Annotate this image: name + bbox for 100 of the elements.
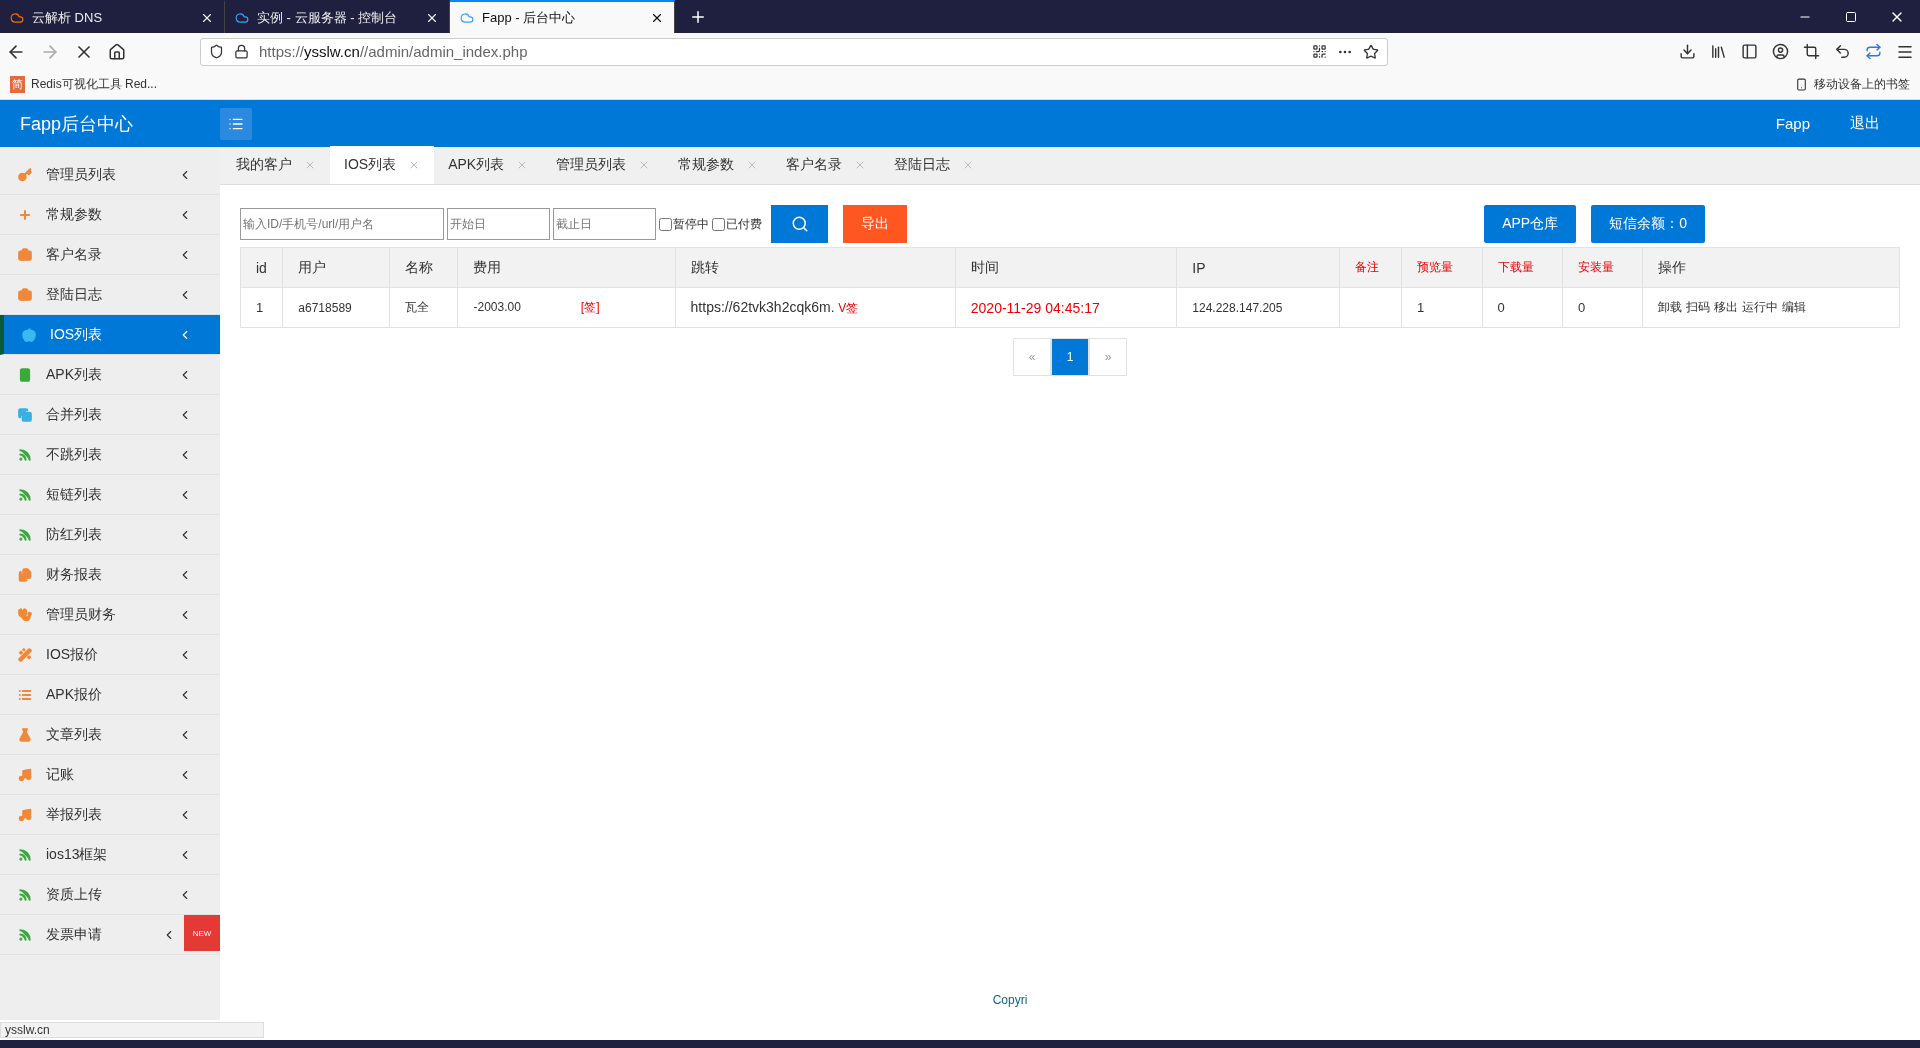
page-tab[interactable]: IOS列表 [330, 146, 435, 184]
action-link[interactable]: 移出 [1714, 300, 1739, 314]
table-cell [1339, 287, 1402, 328]
sidebar-icon[interactable] [1741, 43, 1758, 60]
table-cell: a6718589 [282, 287, 390, 328]
column-header: 费用 [457, 247, 676, 288]
action-link[interactable]: 扫码 [1686, 300, 1711, 314]
shield-icon [209, 44, 224, 59]
qr-code-icon[interactable] [1312, 44, 1327, 59]
site-icon [235, 10, 249, 25]
address-bar[interactable]: https://ysslw.cn//admin/admin_index.php [200, 37, 1388, 66]
sidebar-item[interactable]: 客户名录 [0, 235, 220, 275]
column-header: 用户 [282, 247, 390, 288]
column-header: IP [1176, 247, 1340, 288]
column-header: 安装量 [1562, 247, 1643, 288]
page-link[interactable]: 1 [1051, 338, 1089, 376]
search-field[interactable]: 输入ID/手机号/url/用户名 [240, 208, 444, 240]
column-header: 操作 [1642, 247, 1900, 288]
download-icon[interactable] [1679, 43, 1696, 60]
browser-tab[interactable]: Fapp - 后台中心 [450, 0, 675, 33]
table-cell: 0 [1482, 287, 1563, 328]
app-warehouse-button[interactable]: APP仓库 [1484, 205, 1577, 243]
table-cell: 124.228.147.205 [1176, 287, 1340, 328]
page-tab[interactable]: 登陆日志 [880, 146, 989, 184]
column-header: 跳转 [675, 247, 956, 288]
column-header: 预览量 [1401, 247, 1483, 288]
page-tab[interactable]: 客户名录 [772, 146, 881, 184]
sidebar-item[interactable]: ios13框架 [0, 835, 220, 875]
account-icon[interactable] [1772, 43, 1789, 60]
site-icon [10, 10, 24, 25]
start-date-field[interactable]: 开始日 [447, 208, 550, 240]
sidebar-item[interactable]: IOS报价 [0, 635, 220, 675]
sidebar-item[interactable]: 举报列表 [0, 795, 220, 835]
table-cell: 2020-11-29 04:45:17 [955, 287, 1177, 328]
tab-title: 云解析 DNS [32, 8, 104, 27]
checkbox[interactable] [712, 217, 725, 231]
search-button[interactable] [771, 205, 828, 243]
fee-text: -2003.00 [473, 300, 521, 314]
copyright-text: Copyri [992, 993, 1028, 1007]
page-tab[interactable]: 常规参数 [664, 146, 773, 184]
checkbox-label: 已付费 [726, 215, 762, 233]
sidebar-item[interactable]: APK列表 [0, 355, 220, 395]
sidebar-item[interactable]: 不跳列表 [0, 435, 220, 475]
status-url: ysslw.cn [0, 1022, 264, 1038]
page-tab[interactable]: APK列表 [434, 146, 543, 184]
bookmark-link[interactable]: Redis可视化工具 Red... [31, 76, 158, 93]
checkbox[interactable] [659, 217, 672, 231]
column-header: 名称 [389, 247, 458, 288]
lock-icon [234, 44, 249, 59]
sidebar-item[interactable]: 记账 [0, 755, 220, 795]
mobile-bookmarks-link[interactable]: 移动设备上的书签 [1814, 76, 1910, 93]
jump-url: https://62tvk3h2cqk6m. [690, 298, 835, 315]
star-icon[interactable] [1363, 43, 1379, 60]
sidebar-item[interactable]: IOS列表 [0, 315, 220, 355]
action-link[interactable]: 卸载 [1658, 300, 1683, 314]
table-cell: 瓦全 [389, 287, 458, 328]
sidebar-item[interactable]: 防红列表 [0, 515, 220, 555]
action-link[interactable]: 编辑 [1782, 300, 1807, 314]
table-cell: 1 [240, 287, 283, 328]
home-icon[interactable] [108, 42, 126, 61]
sidebar-item[interactable]: 管理员列表 [0, 155, 220, 195]
sidebar-item[interactable]: 文章列表 [0, 715, 220, 755]
new-badge: NEW [184, 915, 220, 951]
table-cell: 0 [1562, 287, 1643, 328]
sidebar-item[interactable]: 财务报表 [0, 555, 220, 595]
sidebar-item[interactable]: 发票申请 NEW [0, 915, 220, 955]
column-header: 时间 [955, 247, 1177, 288]
sign-tag: [签] [580, 300, 600, 314]
repeat-icon[interactable] [1865, 43, 1882, 60]
page-tab[interactable]: 管理员列表 [542, 146, 665, 184]
table-cell: 1 [1401, 287, 1483, 328]
checkbox-label: 暂停中 [673, 215, 709, 233]
action-link[interactable]: 运行中 [1742, 300, 1779, 314]
crop-icon[interactable] [1803, 43, 1820, 60]
logout-link[interactable]: 退出 [1850, 114, 1880, 133]
restore-icon[interactable] [1845, 10, 1857, 23]
undo-icon[interactable] [1834, 43, 1851, 60]
library-icon[interactable] [1710, 43, 1727, 60]
sidebar-item[interactable]: 常规参数 [0, 195, 220, 235]
tab-title: 实例 - 云服务器 - 控制台 [257, 8, 399, 27]
bookmark-icon: 简 [10, 76, 25, 93]
tab-title: Fapp - 后台中心 [482, 8, 577, 27]
column-header: 备注 [1339, 247, 1402, 288]
site-icon [460, 10, 474, 25]
sign-tag: V签 [838, 300, 859, 315]
sidebar-item[interactable]: 合并列表 [0, 395, 220, 435]
sidebar-item[interactable]: 短链列表 [0, 475, 220, 515]
phone-icon [1795, 78, 1808, 91]
column-header: 下载量 [1482, 247, 1563, 288]
sidebar-item[interactable]: 管理员财务 [0, 595, 220, 635]
search-icon [790, 215, 809, 233]
sms-balance-button[interactable]: 短信余额：0 [1591, 205, 1705, 243]
page-tab[interactable]: 我的客户 [222, 146, 330, 184]
menu-toggle-button[interactable] [220, 107, 252, 140]
column-header: id [240, 247, 283, 288]
end-date-field[interactable]: 截止日 [553, 208, 656, 240]
url-text: https://ysslw.cn//admin/admin_index.php [259, 43, 529, 60]
sidebar-item[interactable]: APK报价 [0, 675, 220, 715]
app-title: Fapp后台中心 [19, 112, 135, 136]
user-link[interactable]: Fapp [1775, 115, 1810, 132]
